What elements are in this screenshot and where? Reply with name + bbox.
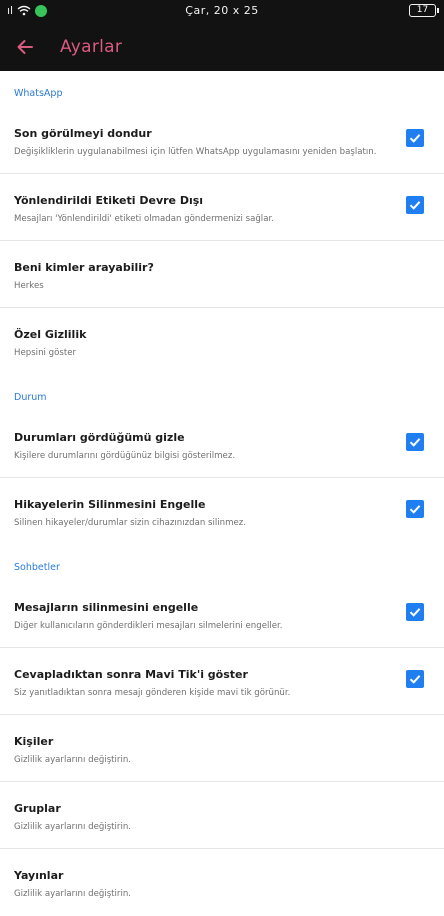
setting-title: Son görülmeyi dondur xyxy=(14,127,152,140)
checkbox[interactable] xyxy=(406,196,424,214)
setting-subtitle: Gizlilik ayarlarını değiştirin. xyxy=(14,889,132,899)
setting-prevent-story-delete[interactable]: Hikayelerin Silinmesini Engelle Silinen … xyxy=(0,478,444,545)
setting-subtitle: Hepsini göster xyxy=(14,348,77,358)
setting-hide-status-seen[interactable]: Durumları gördüğümü gizle Kişilere durum… xyxy=(0,411,444,478)
setting-title: Durumları gördüğümü gizle xyxy=(14,431,185,444)
checkmark-icon xyxy=(409,134,421,143)
checkmark-icon xyxy=(409,201,421,210)
setting-blue-tick-after-reply[interactable]: Cevapladıktan sonra Mavi Tik'i göster Si… xyxy=(0,648,444,715)
checkbox[interactable] xyxy=(406,500,424,518)
setting-groups[interactable]: Gruplar Gizlilik ayarlarını değiştirin. xyxy=(0,782,444,849)
arrow-left-icon[interactable] xyxy=(15,37,35,57)
section-header-chats: Sohbetler xyxy=(14,562,60,573)
setting-subtitle: Diğer kullanıcıların gönderdikleri mesaj… xyxy=(14,621,283,631)
setting-who-can-call[interactable]: Beni kimler arayabilir? Herkes xyxy=(0,241,444,308)
setting-title: Kişiler xyxy=(14,735,54,748)
setting-subtitle: Gizlilik ayarlarını değiştirin. xyxy=(14,822,132,832)
checkbox[interactable] xyxy=(406,129,424,147)
setting-broadcasts[interactable]: Yayınlar Gizlilik ayarlarını değiştirin. xyxy=(0,849,444,916)
checkbox[interactable] xyxy=(406,603,424,621)
section-header-status: Durum xyxy=(14,392,47,403)
setting-disable-forwarded-tag[interactable]: Yönlendirildi Etiketi Devre Dışı Mesajla… xyxy=(0,174,444,241)
setting-custom-privacy[interactable]: Özel Gizlilik Hepsini göster xyxy=(0,308,444,375)
status-time: Çar, 20 x 25 xyxy=(185,4,259,17)
setting-title: Gruplar xyxy=(14,802,61,815)
checkmark-icon xyxy=(409,505,421,514)
checkbox[interactable] xyxy=(406,433,424,451)
setting-subtitle: Kişilere durumlarını gördüğünüz bilgisi … xyxy=(14,451,236,461)
setting-subtitle: Gizlilik ayarlarını değiştirin. xyxy=(14,755,132,765)
setting-title: Hikayelerin Silinmesini Engelle xyxy=(14,498,206,511)
setting-subtitle: Değişikliklerin uygulanabilmesi için lüt… xyxy=(14,147,377,157)
settings-list: WhatsApp Son görülmeyi dondur Değişiklik… xyxy=(0,71,444,916)
checkbox[interactable] xyxy=(406,670,424,688)
setting-subtitle: Mesajları 'Yönlendirildi' etiketi olmada… xyxy=(14,214,274,224)
section-header-whatsapp: WhatsApp xyxy=(14,88,63,99)
checkmark-icon xyxy=(409,608,421,617)
setting-title: Özel Gizlilik xyxy=(14,328,87,341)
setting-title: Cevapladıktan sonra Mavi Tik'i göster xyxy=(14,668,248,681)
setting-title: Yayınlar xyxy=(14,869,64,882)
setting-title: Mesajların silinmesini engelle xyxy=(14,601,199,614)
app-bar: Ayarlar xyxy=(0,22,444,71)
setting-subtitle: Silinen hikayeler/durumlar sizin cihazın… xyxy=(14,518,247,528)
setting-title: Yönlendirildi Etiketi Devre Dışı xyxy=(14,194,204,207)
setting-subtitle: Siz yanıtladıktan sonra mesajı gönderen … xyxy=(14,688,291,698)
setting-prevent-message-delete[interactable]: Mesajların silinmesini engelle Diğer kul… xyxy=(0,581,444,648)
status-bar: ıl Çar, 20 x 25 17 xyxy=(0,0,444,22)
battery-icon: 17 xyxy=(409,4,439,17)
checkmark-icon xyxy=(409,675,421,684)
setting-title: Beni kimler arayabilir? xyxy=(14,261,154,274)
checkmark-icon xyxy=(409,438,421,447)
setting-subtitle: Herkes xyxy=(14,281,44,291)
setting-contacts[interactable]: Kişiler Gizlilik ayarlarını değiştirin. xyxy=(0,715,444,782)
setting-freeze-last-seen[interactable]: Son görülmeyi dondur Değişikliklerin uyg… xyxy=(0,107,444,174)
page-title: Ayarlar xyxy=(60,36,123,57)
